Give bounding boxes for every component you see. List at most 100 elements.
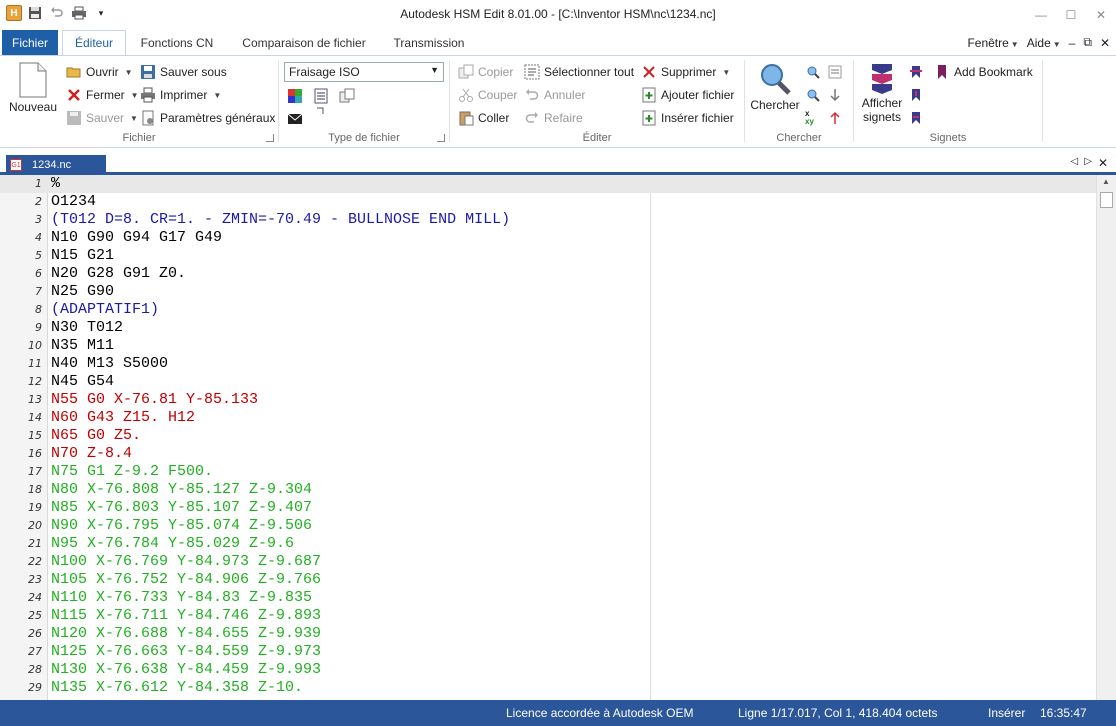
imprimer-button[interactable]: Imprimer ▼ (140, 85, 221, 105)
chercher-button[interactable]: Chercher (749, 62, 801, 112)
scroll-up-icon[interactable]: ▲ (1102, 177, 1110, 186)
tab-transmission[interactable]: Transmission (386, 30, 472, 55)
code-text[interactable]: N15 G21 (51, 247, 114, 265)
code-text[interactable]: N30 T012 (51, 319, 123, 337)
dialog-launcher-icon[interactable] (266, 134, 274, 142)
code-line[interactable]: 26 N120 X-76.688 Y-84.655 Z-9.939 (0, 625, 1096, 643)
code-text[interactable]: N90 X-76.795 Y-85.074 Z-9.506 (51, 517, 312, 535)
file-type-select[interactable]: Fraisage ISO ▼ (284, 62, 444, 82)
tab-fonctions-cn[interactable]: Fonctions CN (132, 30, 222, 55)
code-line[interactable]: 17 N75 G1 Z-9.2 F500. (0, 463, 1096, 481)
code-line[interactable]: 11 N40 M13 S5000 (0, 355, 1096, 373)
parametres-generaux-button[interactable]: Paramètres généraux (140, 108, 275, 128)
find-next-button[interactable] (805, 62, 821, 82)
code-text[interactable]: N125 X-76.663 Y-84.559 Z-9.973 (51, 643, 321, 661)
code-line[interactable]: 20 N90 X-76.795 Y-85.074 Z-9.506 (0, 517, 1096, 535)
add-bookmark-button[interactable]: Add Bookmark (934, 62, 1033, 82)
mdi-restore-icon[interactable]: ⧉ (1083, 35, 1092, 50)
code-line[interactable]: 23 N105 X-76.752 Y-84.906 Z-9.766 (0, 571, 1096, 589)
code-text[interactable]: O1234 (51, 193, 96, 211)
supprimer-button[interactable]: Supprimer ▼ (641, 62, 730, 82)
close-document-icon[interactable]: ✕ (1098, 156, 1108, 170)
find-options-button[interactable] (827, 62, 843, 82)
code-text[interactable]: N10 G90 G94 G17 G49 (51, 229, 222, 247)
bookmark-next-button[interactable] (908, 85, 924, 105)
code-text[interactable]: N85 X-76.803 Y-85.107 Z-9.407 (51, 499, 312, 517)
ouvrir-button[interactable]: Ouvrir ▼ (66, 62, 133, 82)
code-text[interactable]: N65 G0 Z5. (51, 427, 141, 445)
bookmark-prev-button[interactable] (908, 108, 924, 128)
code-text[interactable]: N120 X-76.688 Y-84.655 Z-9.939 (51, 625, 321, 643)
mdi-minimize-icon[interactable]: – (1069, 36, 1076, 50)
help-menu[interactable]: Aide ▼ (1027, 36, 1061, 50)
code-line[interactable]: 1% (0, 175, 1096, 193)
code-line[interactable]: 2 O1234 (0, 193, 1096, 211)
code-text[interactable]: N45 G54 (51, 373, 114, 391)
code-line[interactable]: 18 N80 X-76.808 Y-85.127 Z-9.304 (0, 481, 1096, 499)
scroll-thumb[interactable] (1100, 192, 1113, 208)
file-type-tool-4[interactable] (313, 102, 329, 122)
tab-fichier[interactable]: Fichier (2, 30, 58, 55)
code-text[interactable]: N95 X-76.784 Y-85.029 Z-9.6 (51, 535, 294, 553)
code-text[interactable]: N110 X-76.733 Y-84.83 Z-9.835 (51, 589, 312, 607)
code-text[interactable]: N105 X-76.752 Y-84.906 Z-9.766 (51, 571, 321, 589)
code-line[interactable]: 8 (ADAPTATIF1) (0, 301, 1096, 319)
code-line[interactable]: 6 N20 G28 G91 Z0. (0, 265, 1096, 283)
code-line[interactable]: 27 N125 X-76.663 Y-84.559 Z-9.973 (0, 643, 1096, 661)
copier-button[interactable]: Copier (458, 62, 513, 82)
vertical-scrollbar[interactable]: ▲ (1096, 175, 1116, 700)
dialog-launcher-icon[interactable] (437, 134, 445, 142)
code-text[interactable]: N60 G43 Z15. H12 (51, 409, 195, 427)
inserer-fichier-button[interactable]: Insérer fichier (641, 108, 734, 128)
code-text[interactable]: N135 X-76.612 Y-84.358 Z-10. (51, 679, 303, 697)
code-text[interactable]: N115 X-76.711 Y-84.746 Z-9.893 (51, 607, 321, 625)
code-text[interactable]: N25 G90 (51, 283, 114, 301)
code-editor[interactable]: 1% 2 O1234 3 (T012 D=8. CR=1. - ZMIN=-70.49 … (0, 175, 1116, 700)
refaire-button[interactable]: Refaire (524, 108, 583, 128)
code-text[interactable]: N70 Z-8.4 (51, 445, 132, 463)
code-text[interactable]: N130 X-76.638 Y-84.459 Z-9.993 (51, 661, 321, 679)
code-line[interactable]: 14 N60 G43 Z15. H12 (0, 409, 1096, 427)
code-line[interactable]: 10 N35 M11 (0, 337, 1096, 355)
find-prev-button[interactable] (805, 85, 821, 105)
file-type-tool-3[interactable] (339, 86, 355, 106)
code-line[interactable]: 19 N85 X-76.803 Y-85.107 Z-9.407 (0, 499, 1096, 517)
tab-scroll-left-icon[interactable]: ◁ (1071, 156, 1079, 170)
minimize-icon[interactable]: — (1026, 0, 1056, 29)
sauver-button[interactable]: Sauver ▼ (66, 108, 138, 128)
code-text[interactable]: N20 G28 G91 Z0. (51, 265, 186, 283)
code-line[interactable]: 22 N100 X-76.769 Y-84.973 Z-9.687 (0, 553, 1096, 571)
code-line[interactable]: 7 N25 G90 (0, 283, 1096, 301)
document-tab[interactable]: G1 1234.nc (6, 155, 106, 175)
mdi-close-icon[interactable]: ✕ (1100, 36, 1110, 50)
tab-editeur[interactable]: Éditeur (62, 30, 126, 55)
code-text[interactable]: N75 G1 Z-9.2 F500. (51, 463, 213, 481)
ajouter-fichier-button[interactable]: Ajouter fichier (641, 85, 734, 105)
bookmark-toggle-button[interactable] (908, 62, 924, 82)
close-icon[interactable]: ✕ (1086, 0, 1116, 29)
code-text[interactable]: N100 X-76.769 Y-84.973 Z-9.687 (51, 553, 321, 571)
afficher-signets-button[interactable]: Afficher signets (858, 62, 906, 124)
goto-down-button[interactable] (827, 85, 843, 105)
code-line[interactable]: 28 N130 X-76.638 Y-84.459 Z-9.993 (0, 661, 1096, 679)
annuler-button[interactable]: Annuler (524, 85, 585, 105)
code-line[interactable]: 29 N135 X-76.612 Y-84.358 Z-10. (0, 679, 1096, 697)
fermer-button[interactable]: Fermer ▼ (66, 85, 139, 105)
tab-scroll-right-icon[interactable]: ▷ (1084, 156, 1092, 170)
code-line[interactable]: 16 N70 Z-8.4 (0, 445, 1096, 463)
code-line[interactable]: 21 N95 X-76.784 Y-85.029 Z-9.6 (0, 535, 1096, 553)
code-line[interactable]: 9 N30 T012 (0, 319, 1096, 337)
code-line[interactable]: 15 N65 G0 Z5. (0, 427, 1096, 445)
code-line[interactable]: 4 N10 G90 G94 G17 G49 (0, 229, 1096, 247)
file-type-tool-5[interactable] (287, 109, 303, 129)
code-line[interactable]: 3 (T012 D=8. CR=1. - ZMIN=-70.49 - BULLNO… (0, 211, 1096, 229)
code-line[interactable]: 12 N45 G54 (0, 373, 1096, 391)
code-text[interactable]: (ADAPTATIF1) (51, 301, 159, 319)
maximize-icon[interactable]: ☐ (1056, 0, 1086, 29)
couper-button[interactable]: Couper (458, 85, 517, 105)
code-line[interactable]: 24 N110 X-76.733 Y-84.83 Z-9.835 (0, 589, 1096, 607)
selectionner-tout-button[interactable]: Sélectionner tout (524, 62, 634, 82)
replace-xyz-button[interactable]: x xy (805, 108, 821, 128)
insert-mode-status[interactable]: Insérer (988, 706, 1025, 720)
nouveau-button[interactable]: Nouveau (8, 62, 58, 114)
